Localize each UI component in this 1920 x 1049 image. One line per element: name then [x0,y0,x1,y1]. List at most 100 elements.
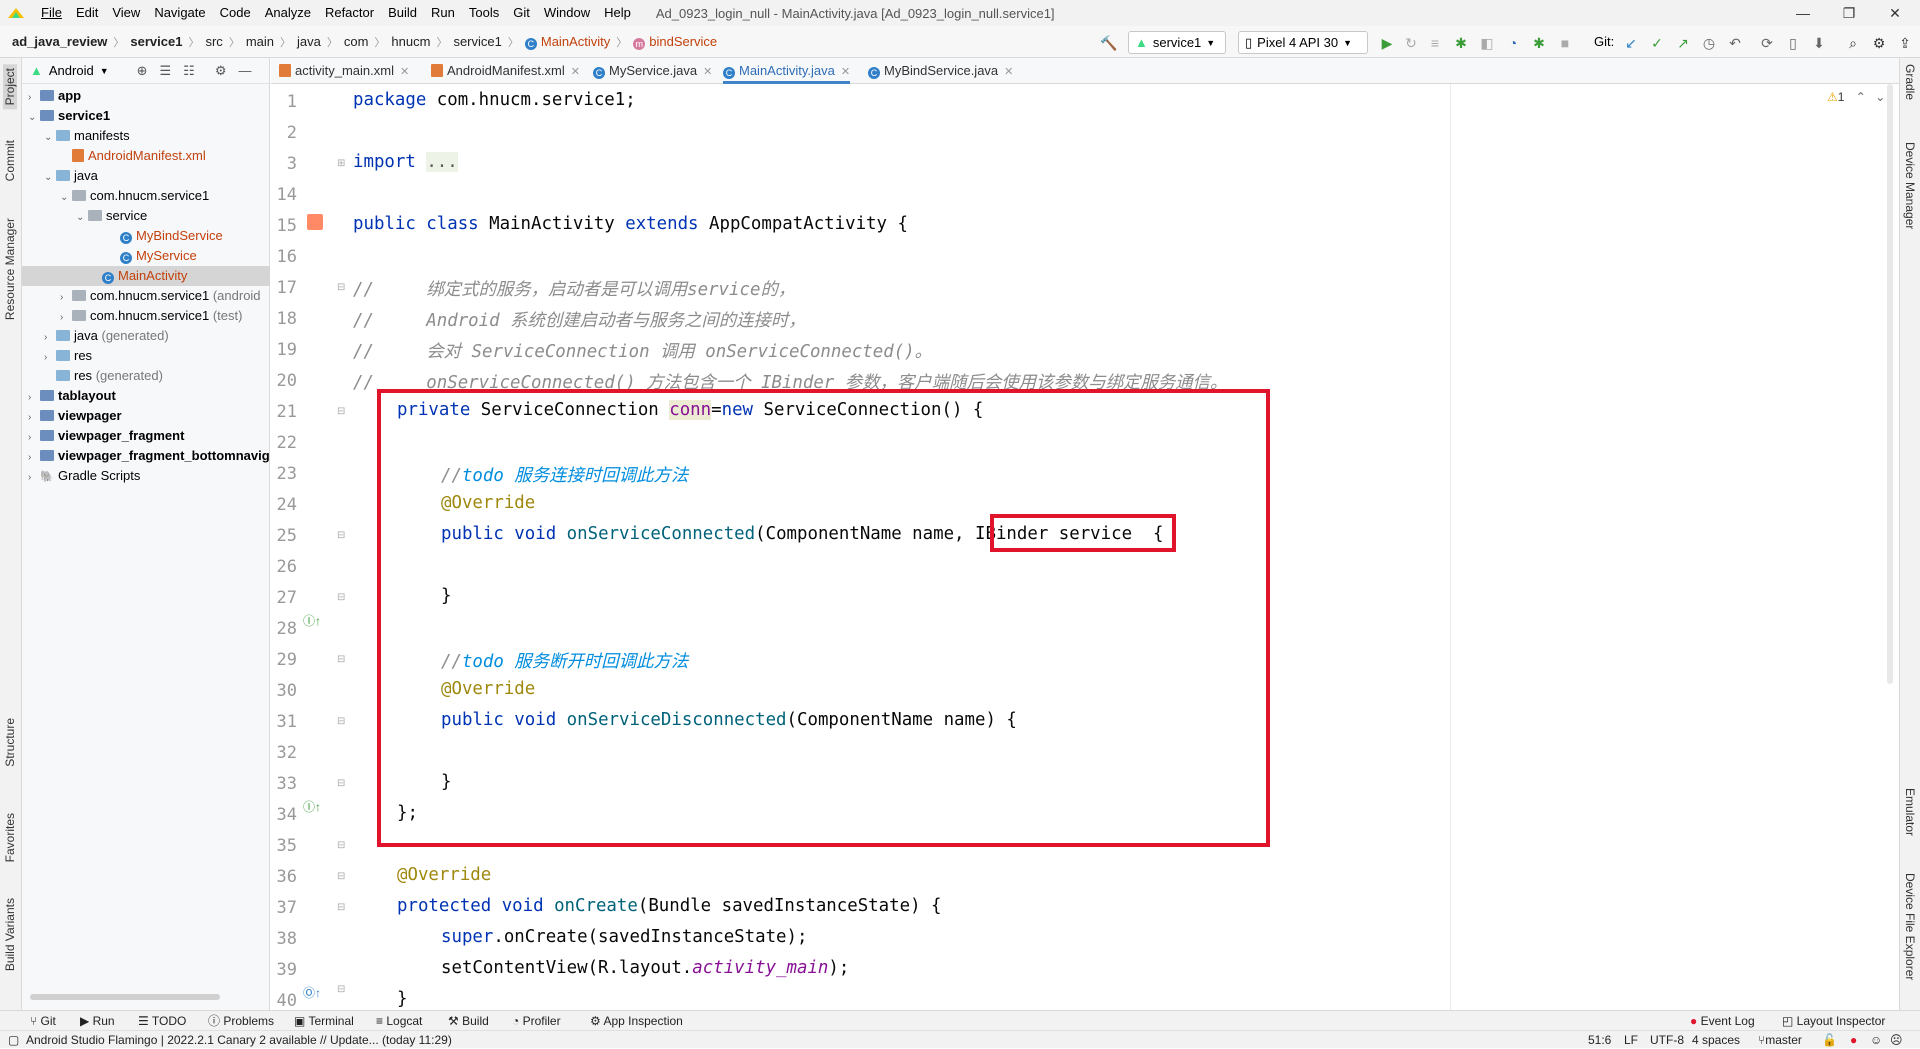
menu-run[interactable]: Run [424,0,462,26]
expand-all-icon[interactable]: ☰ [160,63,172,79]
menu-refactor[interactable]: Refactor [318,0,381,26]
breadcrumb-method[interactable]: m bindService [629,34,721,50]
tool-tab-todo[interactable]: ☰ TODO [138,1011,186,1031]
tool-tab-commit[interactable]: Commit [3,140,17,181]
make-project-hammer-icon[interactable]: 🔨 [1100,34,1118,52]
vertical-scrollbar[interactable] [1887,84,1893,684]
tree-item-res-generated[interactable]: res (generated) [22,366,270,386]
menu-code[interactable]: Code [213,0,258,26]
tool-tab-run[interactable]: ▶ Run [80,1011,115,1031]
tool-tab-device-file-explorer[interactable]: Device File Explorer [1903,873,1917,980]
tree-item-test-package[interactable]: › com.hnucm.service1 (test) [22,306,270,326]
tab-myservice-java[interactable]: C MyService.java ✕ [593,58,712,84]
menu-tools[interactable]: Tools [462,0,506,26]
hide-panel-icon[interactable]: — [238,63,251,78]
tool-tab-emulator[interactable]: Emulator [1903,788,1917,836]
android-layout-icon[interactable] [307,214,323,230]
tree-item-manifests[interactable]: ⌄ manifests [22,126,270,146]
coverage-icon[interactable]: ◧ [1478,34,1496,52]
tree-item-android-manifest[interactable]: AndroidManifest.xml [22,146,270,166]
breadcrumb-src[interactable]: src [201,34,226,49]
implements-method-icon[interactable]: Ⓘ↑ [303,798,321,814]
tree-item-android-test-package[interactable]: › com.hnucm.service1 (android [22,286,270,306]
debug-icon[interactable]: ✱ [1452,34,1470,52]
device-manager-icon[interactable]: ▯ [1784,34,1802,52]
tree-item-tablayout[interactable]: › tablayout [22,386,270,406]
locate-icon[interactable]: ⊕ [137,63,148,79]
tree-item-service1[interactable]: ⌄ service1 [22,106,270,126]
tool-tab-resource-manager[interactable]: Resource Manager [3,218,17,320]
menu-git[interactable]: Git [506,0,537,26]
overrides-method-icon[interactable]: Ⓞ↑ [303,984,321,1000]
menu-help[interactable]: Help [597,0,638,26]
minimize-button[interactable]: — [1780,0,1826,26]
tool-tab-structure[interactable]: Structure [3,718,17,767]
menu-build[interactable]: Build [381,0,424,26]
tool-tab-build-variants[interactable]: Build Variants [3,898,17,971]
folded-imports[interactable]: ... [426,152,458,172]
git-update-icon[interactable]: ↙ [1622,34,1640,52]
tree-item-mybindservice[interactable]: C MyBindService [22,226,270,246]
settings-icon[interactable]: ⚙ [1870,34,1888,52]
tool-tab-gradle[interactable]: Gradle [1903,64,1917,100]
tab-android-manifest[interactable]: AndroidManifest.xml ✕ [431,58,580,84]
status-message[interactable]: Android Studio Flamingo | 2022.2.1 Canar… [26,1031,452,1049]
lock-icon[interactable]: 🔓 [1822,1031,1837,1049]
tool-tab-app-inspection[interactable]: ⚙ App Inspection [590,1011,683,1031]
tool-tab-profiler[interactable]: ◔ Profiler [512,1011,561,1031]
breadcrumb-com[interactable]: com [340,34,373,49]
breadcrumb-project[interactable]: ad_java_review [8,34,111,49]
close-tab-icon[interactable]: ✕ [703,66,712,78]
chevron-up-icon[interactable]: ⌃ [1856,90,1866,104]
tree-item-viewpager-fragment-bottomnav[interactable]: › viewpager_fragment_bottomnavig [22,446,270,466]
file-encoding[interactable]: UTF-8 [1650,1031,1684,1049]
breadcrumb-class[interactable]: C MainActivity [521,34,614,50]
menu-file[interactable]: File [34,0,69,26]
indent-setting[interactable]: 4 spaces [1692,1031,1740,1049]
menu-navigate[interactable]: Navigate [147,0,212,26]
implements-method-icon[interactable]: Ⓘ↑ [303,612,321,628]
device-select[interactable]: ▯ Pixel 4 API 30 ▼ [1238,31,1368,54]
maximize-button[interactable]: ❐ [1826,0,1872,26]
menu-window[interactable]: Window [537,0,597,26]
breadcrumb-hnucm[interactable]: hnucm [387,34,434,49]
apply-code-changes-icon[interactable]: ≡ [1426,34,1444,52]
breadcrumb-module[interactable]: service1 [126,34,186,49]
breadcrumb-main[interactable]: main [242,34,278,49]
tree-item-package[interactable]: ⌄ com.hnucm.service1 [22,186,270,206]
git-branch[interactable]: ⑂master [1758,1031,1802,1049]
attach-debugger-icon[interactable]: ✱ [1530,34,1548,52]
git-history-icon[interactable]: ◷ [1700,34,1718,52]
frown-icon[interactable]: ☹ [1890,1031,1903,1049]
stop-icon[interactable]: ■ [1556,34,1574,52]
chevron-down-icon[interactable]: ▼ [100,66,109,76]
tab-mainactivity-java[interactable]: C MainActivity.java ✕ [723,58,851,84]
tree-item-java-generated[interactable]: › java (generated) [22,326,270,346]
close-tab-icon[interactable]: ✕ [841,66,850,78]
tree-item-myservice[interactable]: C MyService [22,246,270,266]
close-tab-icon[interactable]: ✕ [571,66,580,78]
sdk-manager-icon[interactable]: ⬇ [1810,34,1828,52]
menu-edit[interactable]: Edit [69,0,105,26]
tool-tab-problems[interactable]: ⓘ Problems [208,1011,274,1031]
tool-tab-project[interactable]: Project [3,64,17,110]
tree-item-service-package[interactable]: ⌄ service [22,206,270,226]
ide-updates-icon[interactable]: ⇪ [1896,34,1914,52]
breadcrumb-service1[interactable]: service1 [449,34,505,49]
caret-position[interactable]: 51:6 [1588,1031,1611,1049]
gear-icon[interactable]: ⚙ [215,63,227,79]
profile-icon[interactable]: ◔ [1504,34,1522,52]
chevron-down-icon[interactable]: ⌄ [1875,90,1885,104]
tree-item-res[interactable]: › res [22,346,270,366]
tool-tab-event-log[interactable]: ● Event Log [1690,1011,1755,1031]
menu-view[interactable]: View [105,0,147,26]
tool-tab-build[interactable]: ⚒ Build [448,1011,489,1031]
status-toggle-icon[interactable]: ▢ [8,1031,19,1049]
tool-tab-layout-inspector[interactable]: ◰ Layout Inspector [1782,1011,1885,1031]
tool-tab-favorites[interactable]: Favorites [3,813,17,862]
tree-item-java[interactable]: ⌄ java [22,166,270,186]
close-window-button[interactable]: ✕ [1872,0,1918,26]
search-icon[interactable]: ⌕ [1844,34,1862,52]
tree-item-gradle-scripts[interactable]: › 🐘 Gradle Scripts [22,466,270,486]
tree-item-app[interactable]: › app [22,86,270,106]
